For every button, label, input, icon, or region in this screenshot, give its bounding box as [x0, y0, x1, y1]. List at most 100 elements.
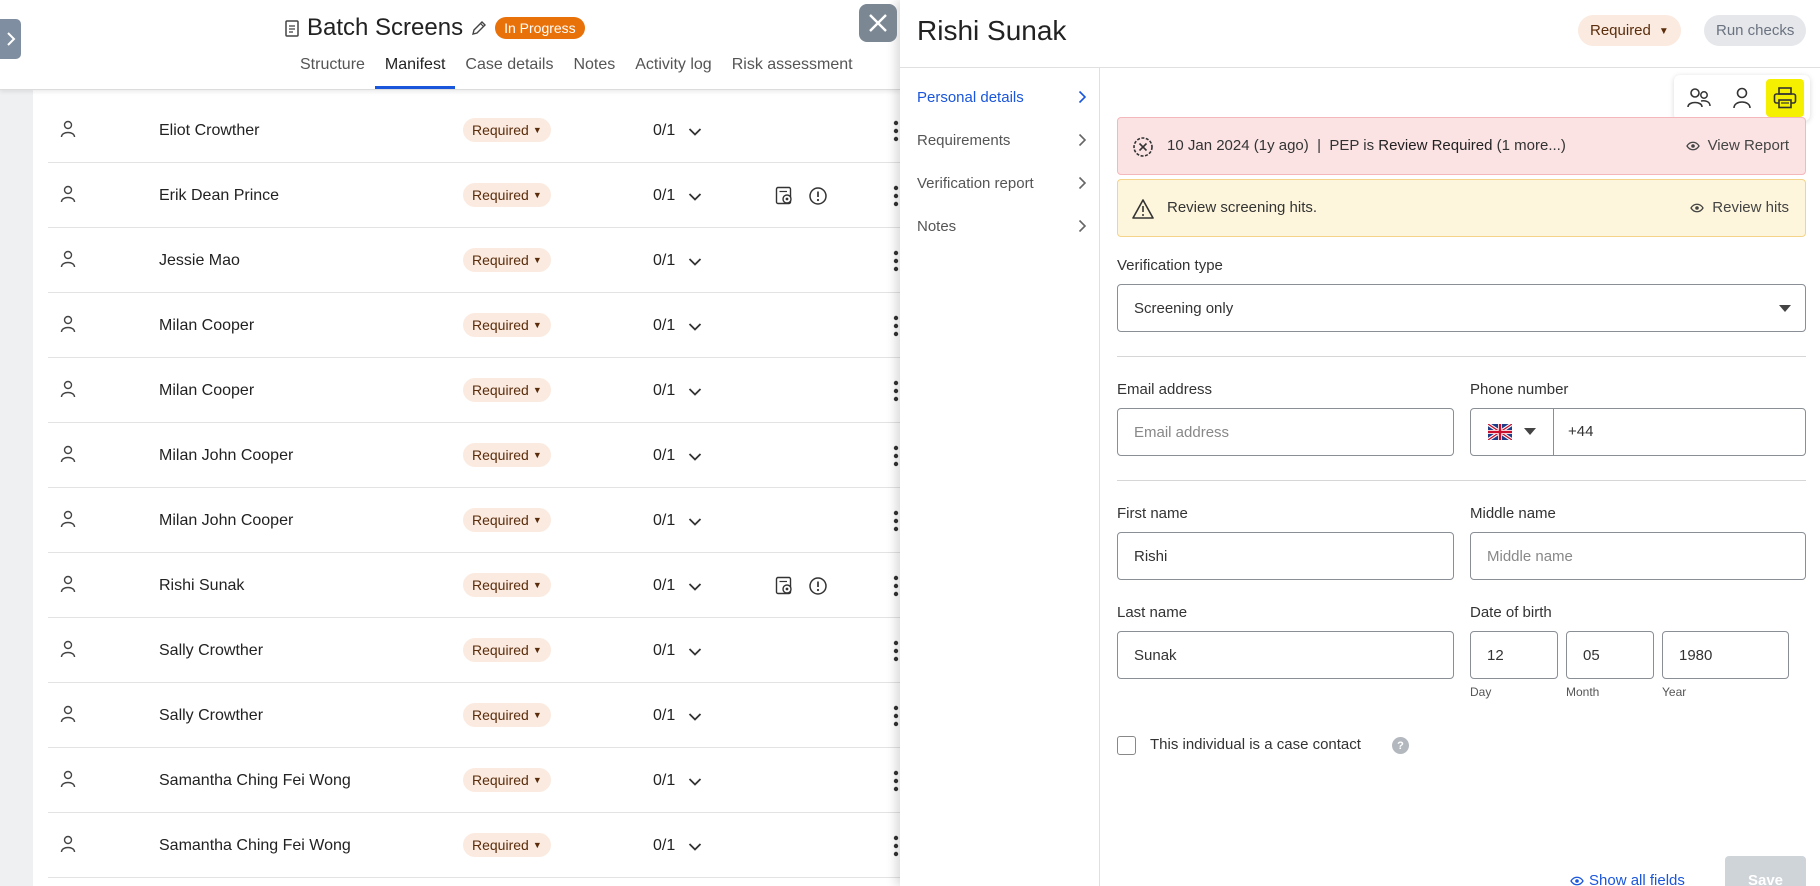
tab-notes[interactable]: Notes [563, 52, 625, 89]
kebab-icon[interactable] [893, 250, 899, 272]
kebab-icon[interactable] [893, 120, 899, 142]
chevron-down-icon[interactable] [688, 514, 702, 526]
chevron-down-icon[interactable] [688, 449, 702, 461]
row-status-dropdown[interactable]: Required ▼ [463, 443, 551, 467]
dob-day-field[interactable]: 12 [1470, 631, 1558, 679]
verification-type-select[interactable]: Screening only [1117, 284, 1806, 332]
row-name[interactable]: Samantha Ching Fei Wong [159, 772, 351, 790]
row-name[interactable]: Milan Cooper [159, 382, 254, 400]
row-name[interactable]: Samantha Ching Fei Wong [159, 837, 351, 855]
row-status-dropdown[interactable]: Required ▼ [463, 313, 551, 337]
row-status-dropdown[interactable]: Required ▼ [463, 768, 551, 792]
associates-button[interactable] [1680, 79, 1718, 117]
kebab-icon[interactable] [893, 510, 899, 532]
table-row[interactable]: Samantha Ching Fei Wong Required ▼ 0/1 [48, 813, 900, 878]
row-name[interactable]: Eliot Crowther [159, 122, 259, 140]
kebab-icon[interactable] [893, 575, 899, 597]
drawer-status-dropdown[interactable]: Required ▼ [1578, 15, 1681, 46]
row-name[interactable]: Milan John Cooper [159, 512, 293, 530]
kebab-icon[interactable] [893, 835, 899, 857]
save-button[interactable]: Save [1725, 856, 1806, 886]
dob-year-field[interactable]: 1980 [1662, 631, 1789, 679]
row-status-dropdown[interactable]: Required ▼ [463, 183, 551, 207]
pencil-icon[interactable] [471, 20, 487, 36]
row-name[interactable]: Rishi Sunak [159, 577, 244, 595]
profile-button[interactable] [1723, 79, 1761, 117]
chevron-down-icon[interactable] [688, 644, 702, 656]
table-row[interactable]: Rishi Sunak Required ▼ 0/1 [48, 553, 900, 618]
nav-item-verification-report[interactable]: Verification report [917, 171, 1087, 195]
kebab-icon[interactable] [893, 770, 899, 792]
view-report-link[interactable]: View Report [1685, 137, 1789, 154]
run-checks-button[interactable]: Run checks [1704, 15, 1807, 46]
screen-check-icon[interactable] [775, 576, 795, 596]
row-status-dropdown[interactable]: Required ▼ [463, 378, 551, 402]
expand-sidebar-button[interactable] [0, 19, 21, 59]
help-icon[interactable]: ? [1392, 737, 1409, 754]
country-code-select[interactable] [1471, 409, 1553, 455]
row-name[interactable]: Milan John Cooper [159, 447, 293, 465]
kebab-icon[interactable] [893, 185, 899, 207]
chevron-down-icon[interactable] [688, 774, 702, 786]
row-name[interactable]: Jessie Mao [159, 252, 240, 270]
row-status-dropdown[interactable]: Required ▼ [463, 118, 551, 142]
show-all-fields-link[interactable]: Show all fields [1570, 872, 1685, 886]
table-row[interactable]: Eliot Crowther Required ▼ 0/1 [48, 98, 900, 163]
dob-month-field[interactable]: 05 [1566, 631, 1654, 679]
review-hits-link[interactable]: Review hits [1690, 199, 1789, 216]
row-name[interactable]: Sally Crowther [159, 642, 263, 660]
chevron-down-icon[interactable] [688, 579, 702, 591]
nav-item-personal-details[interactable]: Personal details [917, 85, 1087, 109]
row-status-dropdown[interactable]: Required ▼ [463, 508, 551, 532]
table-row[interactable]: Milan John Cooper Required ▼ 0/1 [48, 488, 900, 553]
row-status-dropdown[interactable]: Required ▼ [463, 703, 551, 727]
first-name-field[interactable]: Rishi [1117, 532, 1454, 580]
close-drawer-button[interactable] [859, 4, 897, 42]
print-button[interactable] [1765, 79, 1804, 117]
tab-manifest[interactable]: Manifest [374, 52, 456, 89]
pep-alert-more[interactable]: (1 more...) [1492, 137, 1566, 154]
kebab-icon[interactable] [893, 705, 899, 727]
nav-item-requirements[interactable]: Requirements [917, 128, 1087, 152]
kebab-icon[interactable] [893, 315, 899, 337]
chevron-down-icon[interactable] [688, 384, 702, 396]
last-name-field[interactable]: Sunak [1117, 631, 1454, 679]
row-status-dropdown[interactable]: Required ▼ [463, 248, 551, 272]
tab-activity-log[interactable]: Activity log [625, 52, 721, 89]
tab-case-details[interactable]: Case details [455, 52, 563, 89]
row-status-dropdown[interactable]: Required ▼ [463, 573, 551, 597]
table-row[interactable]: Milan Cooper Required ▼ 0/1 [48, 293, 900, 358]
chevron-down-icon[interactable] [688, 254, 702, 266]
tab-structure[interactable]: Structure [290, 52, 375, 89]
table-row[interactable]: Milan Cooper Required ▼ 0/1 [48, 358, 900, 423]
nav-item-notes[interactable]: Notes [917, 214, 1087, 238]
row-status-dropdown[interactable]: Required ▼ [463, 638, 551, 662]
table-row[interactable]: Samantha Ching Fei Wong Required ▼ 0/1 [48, 748, 900, 813]
sidebar-strip [0, 90, 33, 886]
table-row[interactable]: Sally Crowther Required ▼ 0/1 [48, 683, 900, 748]
chevron-down-icon[interactable] [688, 124, 702, 136]
chevron-down-icon[interactable] [688, 709, 702, 721]
table-row[interactable]: Jessie Mao Required ▼ 0/1 [48, 228, 900, 293]
kebab-icon[interactable] [893, 640, 899, 662]
email-field[interactable]: Email address [1117, 408, 1454, 456]
chevron-down-icon[interactable] [688, 839, 702, 851]
screen-check-icon[interactable] [775, 186, 795, 206]
tab-risk-assessment[interactable]: Risk assessment [722, 52, 863, 89]
table-row[interactable]: Milan John Cooper Required ▼ 0/1 [48, 423, 900, 488]
middle-name-field[interactable]: Middle name [1470, 532, 1806, 580]
kebab-icon[interactable] [893, 380, 899, 402]
alert-circle-icon[interactable] [808, 186, 828, 206]
table-row[interactable]: Sally Crowther Required ▼ 0/1 [48, 618, 900, 683]
kebab-icon[interactable] [893, 445, 899, 467]
chevron-down-icon[interactable] [688, 189, 702, 201]
row-name[interactable]: Milan Cooper [159, 317, 254, 335]
row-name[interactable]: Erik Dean Prince [159, 187, 279, 205]
table-row[interactable]: Erik Dean Prince Required ▼ 0/1 [48, 163, 900, 228]
row-status-dropdown[interactable]: Required ▼ [463, 833, 551, 857]
alert-circle-icon[interactable] [808, 576, 828, 596]
row-name[interactable]: Sally Crowther [159, 707, 263, 725]
chevron-down-icon[interactable] [688, 319, 702, 331]
phone-input[interactable]: +44 [1568, 423, 1593, 440]
case-contact-checkbox[interactable] [1117, 736, 1136, 755]
